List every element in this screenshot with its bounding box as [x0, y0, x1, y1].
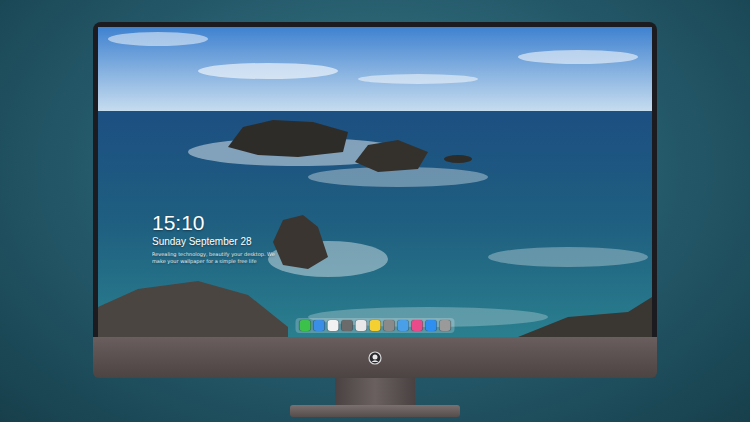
- monitor-neck: [335, 378, 415, 405]
- clock: 15:10: [152, 211, 275, 235]
- date: Sunday September 28: [152, 235, 275, 248]
- monitor-chin: [93, 337, 657, 378]
- bezel: 15:10 Sunday September 28 Revealing tech…: [93, 22, 657, 337]
- desktop-screen: 15:10 Sunday September 28 Revealing tech…: [98, 27, 652, 337]
- app-icon[interactable]: [328, 320, 339, 331]
- tagline: Revealing technology, beautify your desk…: [152, 251, 275, 264]
- app-icon[interactable]: [426, 320, 437, 331]
- app-icon[interactable]: [398, 320, 409, 331]
- wallpaper: [98, 27, 652, 337]
- app-icon[interactable]: [440, 320, 451, 331]
- app-icon[interactable]: [314, 320, 325, 331]
- app-icon[interactable]: [356, 320, 367, 331]
- app-icon[interactable]: [384, 320, 395, 331]
- lock-screen-info: 15:10 Sunday September 28 Revealing tech…: [152, 211, 275, 264]
- dock: [296, 318, 455, 333]
- monitor: 15:10 Sunday September 28 Revealing tech…: [93, 22, 657, 378]
- tagline-line: Revealing technology, beautify your desk…: [152, 251, 275, 258]
- logo-icon: [368, 351, 382, 365]
- app-icon[interactable]: [370, 320, 381, 331]
- tagline-line: make your wallpaper for a simple free li…: [152, 258, 275, 265]
- app-icon[interactable]: [412, 320, 423, 331]
- app-icon[interactable]: [342, 320, 353, 331]
- monitor-base: [290, 405, 460, 417]
- app-icon[interactable]: [300, 320, 311, 331]
